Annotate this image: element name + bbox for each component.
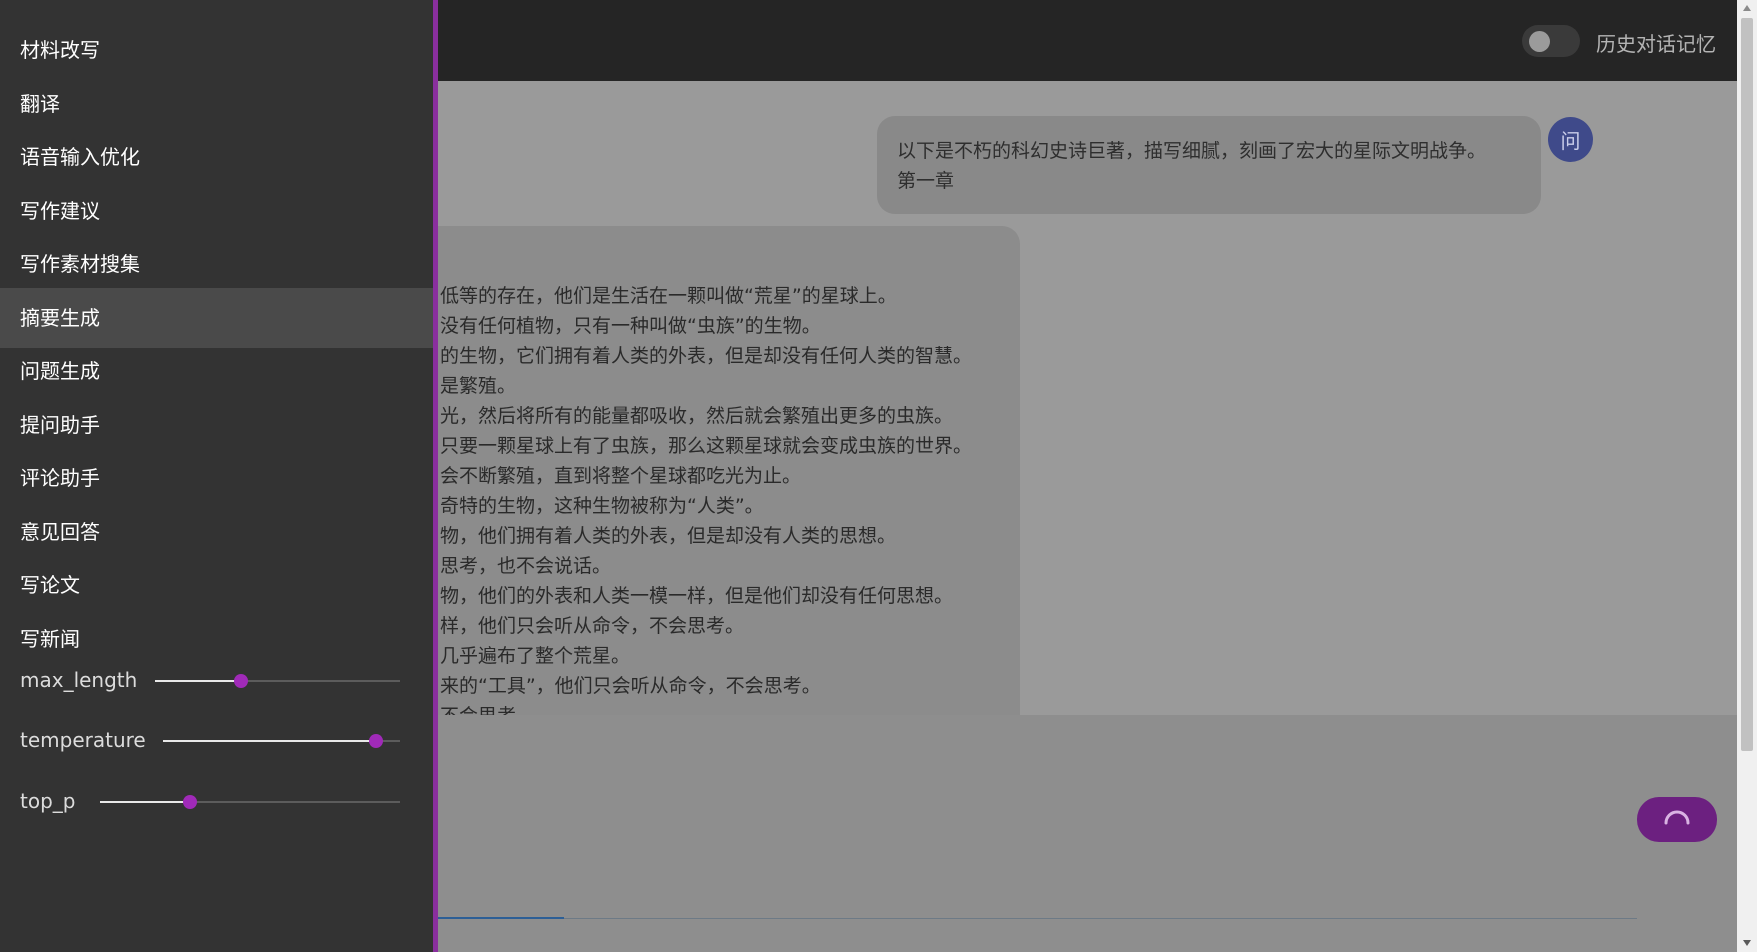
menu-item[interactable]: 翻译	[0, 74, 433, 134]
bot-message-line: 低等的存在，他们是生活在一颗叫做“荒星”的星球上。	[440, 285, 897, 307]
slider-fill	[155, 680, 241, 682]
history-memory-label: 历史对话记忆	[1596, 32, 1716, 56]
bot-message-line: 光，然后将所有的能量都吸收，然后就会繁殖出更多的虫族。	[440, 405, 954, 427]
bot-message-line: 的生物，它们拥有着人类的外表，但是却没有任何人类的智慧。	[440, 345, 973, 367]
bot-message-line: 来的“工具”，他们只会听从命令，不会思考。	[440, 675, 821, 697]
bot-message-text: 低等的存在，他们是生活在一颗叫做“荒星”的星球上。 没有任何植物，只有一种叫做“虫…	[440, 281, 972, 715]
bot-message-line: 物，他们拥有着人类的外表，但是却没有人类的思想。	[440, 525, 897, 547]
user-message-line: 以下是不朽的科幻史诗巨著，描写细腻，刻画了宏大的星际文明战争。	[897, 140, 1487, 162]
bot-message-line: 奇特的生物，这种生物被称为“人类”。	[440, 495, 764, 517]
menu-item[interactable]: 写作素材搜集	[0, 234, 433, 294]
bot-message-line: 几乎遍布了整个荒星。	[440, 645, 631, 667]
history-memory-toggle[interactable]	[1522, 25, 1580, 57]
toggle-knob	[1529, 31, 1550, 52]
slider-label: temperature	[20, 728, 146, 752]
menu-item[interactable]: 意见回答	[0, 502, 433, 562]
user-message-bubble: 以下是不朽的科幻史诗巨著，描写细腻，刻画了宏大的星际文明战争。 第一章	[877, 116, 1541, 214]
user-message-line: 第一章	[897, 170, 955, 192]
menu-item[interactable]: 摘要生成	[0, 287, 433, 348]
input-focus-underline	[430, 917, 564, 919]
menu-item[interactable]: 提问助手	[0, 395, 433, 455]
menu-item[interactable]: 语音输入优化	[0, 127, 433, 187]
user-avatar: 问	[1548, 117, 1593, 162]
bot-message-line: 样，他们只会听从命令，不会思考。	[440, 615, 745, 637]
side-drawer: · 材料改写翻译语音输入优化写作建议写作素材搜集摘要生成问题生成提问助手评论助手…	[0, 0, 433, 952]
slider-track[interactable]	[100, 795, 400, 809]
menu-item[interactable]: 评论助手	[0, 448, 433, 508]
drawer-edge	[433, 0, 438, 952]
message-input[interactable]	[564, 918, 1637, 919]
scrollbar-thumb[interactable]	[1741, 18, 1753, 751]
bot-message-bubble: 低等的存在，他们是生活在一颗叫做“荒星”的星球上。 没有任何植物，只有一种叫做“虫…	[380, 226, 1020, 715]
loading-spinner-icon	[1664, 810, 1690, 824]
menu-item[interactable]: 写作建议	[0, 181, 433, 241]
bot-message-line: 会不断繁殖，直到将整个星球都吃光为止。	[440, 465, 802, 487]
slider-fill	[100, 801, 190, 803]
slider-thumb[interactable]	[183, 795, 197, 809]
menu-item[interactable]: 写新闻	[0, 609, 433, 669]
bot-message-line: 是繁殖。	[440, 375, 517, 397]
send-button[interactable]	[1637, 797, 1717, 842]
menu-item[interactable]: 写论文	[0, 555, 433, 615]
slider-fill	[163, 740, 377, 742]
bot-message-line: 不会思考	[440, 701, 972, 715]
slider-thumb[interactable]	[233, 674, 248, 688]
bot-message-line: 没有任何植物，只有一种叫做“虫族”的生物。	[440, 315, 821, 337]
slider-label: max_length	[20, 668, 138, 692]
scroll-up-arrow-icon[interactable]	[1743, 5, 1751, 11]
bot-message-line: 思考，也不会说话。	[440, 555, 612, 577]
bot-message-line: 只要一颗星球上有了虫族，那么这颗星球就会变成虫族的世界。	[440, 435, 973, 457]
bot-message-line: 物，他们的外表和人类一模一样，但是他们却没有任何思想。	[440, 585, 954, 607]
slider-thumb[interactable]	[369, 734, 384, 748]
menu-item-partial: ·	[20, 0, 26, 10]
scroll-down-arrow-icon[interactable]	[1743, 940, 1751, 946]
slider-track[interactable]	[163, 734, 400, 748]
slider-track[interactable]	[155, 674, 400, 688]
menu-item[interactable]: 材料改写	[0, 20, 433, 80]
slider-label: top_p	[20, 789, 76, 813]
menu-item[interactable]: 问题生成	[0, 341, 433, 401]
